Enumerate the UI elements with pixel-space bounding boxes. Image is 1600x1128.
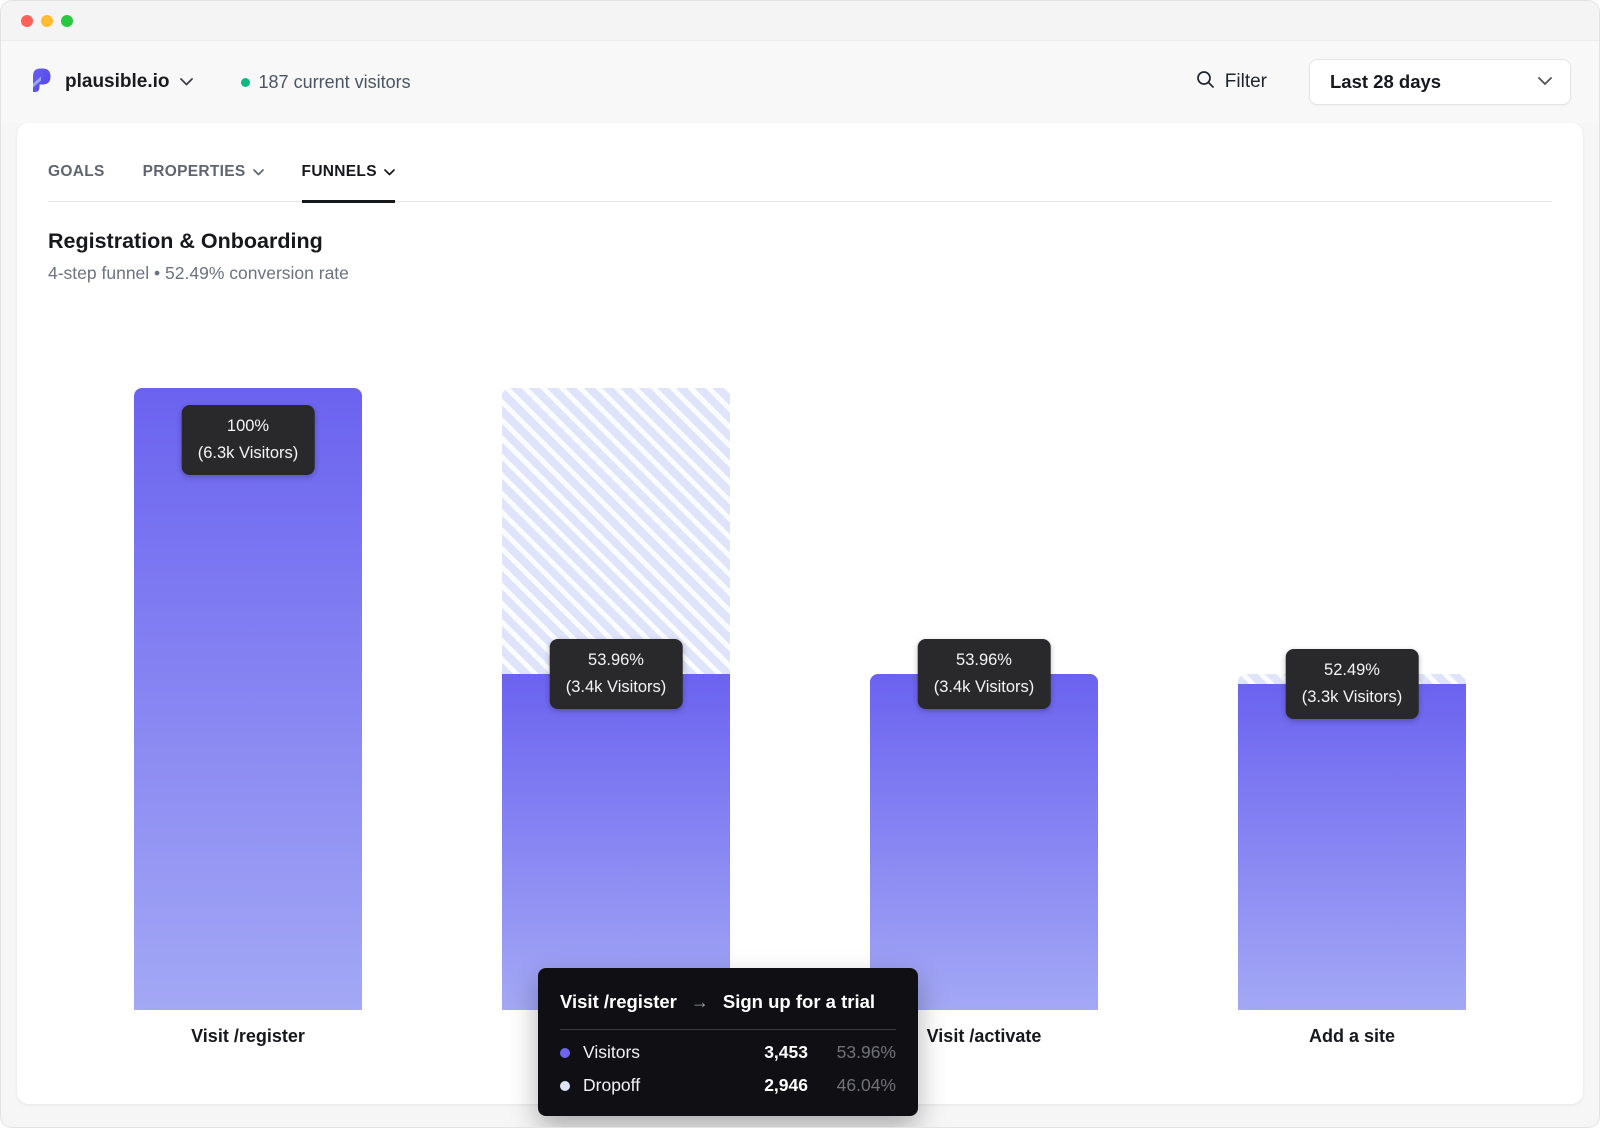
funnel-chart: 100%(6.3k Visitors)53.96%(3.4k Visitors)… (48, 388, 1552, 1047)
funnel-step-column[interactable]: 100%(6.3k Visitors) (134, 388, 362, 1010)
minimize-button[interactable] (41, 15, 53, 27)
tab-label: PROPERTIES (143, 163, 246, 181)
tab-label: GOALS (48, 163, 105, 181)
step-label: Add a site (1238, 1026, 1466, 1047)
date-range-select[interactable]: Last 28 days (1309, 59, 1571, 105)
tooltip-row-label: Visitors (583, 1042, 732, 1063)
tab-funnels[interactable]: FUNNELS (302, 163, 395, 201)
site-name: plausible.io (65, 71, 170, 93)
funnel-bar[interactable] (134, 388, 362, 1010)
bar-visitors: (3.4k Visitors) (934, 674, 1035, 701)
step-label: Visit /register (134, 1026, 362, 1047)
visitors-dot-icon (560, 1048, 570, 1058)
tooltip-row-value: 2,946 (732, 1075, 808, 1096)
bar-pct: 53.96% (566, 647, 667, 674)
chevron-down-icon (1538, 73, 1552, 91)
chevron-down-icon (253, 163, 264, 181)
funnel-step-column[interactable]: 52.49%(3.3k Visitors) (1238, 388, 1466, 1010)
funnel-tooltip: Visit /register → Sign up for a trial Vi… (538, 968, 918, 1116)
search-icon (1196, 70, 1215, 94)
filter-button[interactable]: Filter (1196, 70, 1267, 94)
current-visitors-label: 187 current visitors (259, 72, 411, 93)
bar-pct: 52.49% (1302, 657, 1403, 684)
funnel-subtitle: 4-step funnel • 52.49% conversion rate (48, 263, 1552, 284)
funnel-step-column[interactable]: 53.96%(3.4k Visitors) (502, 388, 730, 1010)
bar-pct: 53.96% (934, 647, 1035, 674)
app-window: plausible.io 187 current visitors Filter… (0, 0, 1600, 1128)
tooltip-divider (560, 1029, 896, 1030)
arrow-right-icon: → (691, 992, 709, 1013)
chevron-down-icon (180, 73, 193, 91)
funnel-bar-stack (134, 388, 362, 1010)
tooltip-from-step: Visit /register (560, 991, 677, 1013)
chevron-down-icon (384, 163, 395, 181)
bar-value-label: 52.49%(3.3k Visitors) (1286, 649, 1419, 719)
funnel-panel: GOALS PROPERTIES FUNNELS Registration & On… (17, 123, 1583, 1104)
bar-visitors: (3.4k Visitors) (566, 674, 667, 701)
tooltip-row-pct: 53.96% (808, 1042, 896, 1063)
zoom-button[interactable] (61, 15, 73, 27)
tooltip-row-label: Dropoff (583, 1075, 732, 1096)
date-range-value: Last 28 days (1330, 71, 1441, 93)
tooltip-row-value: 3,453 (732, 1042, 808, 1063)
bar-visitors: (3.3k Visitors) (1302, 684, 1403, 711)
bar-pct: 100% (198, 413, 299, 440)
bar-value-label: 53.96%(3.4k Visitors) (550, 639, 683, 709)
dropoff-hatch-segment (502, 388, 730, 674)
traffic-lights (21, 15, 73, 27)
tab-goals[interactable]: GOALS (48, 163, 105, 201)
funnel-bar[interactable] (870, 674, 1098, 1010)
tab-properties[interactable]: PROPERTIES (143, 163, 264, 201)
funnel-step-column[interactable]: 53.96%(3.4k Visitors) (870, 388, 1098, 1010)
funnel-bar-stack (870, 674, 1098, 1010)
funnel-bar[interactable] (502, 674, 730, 1010)
close-button[interactable] (21, 15, 33, 27)
filter-label: Filter (1225, 71, 1267, 93)
funnel-bar[interactable] (1238, 684, 1466, 1010)
tooltip-to-step: Sign up for a trial (723, 991, 875, 1013)
tooltip-row-pct: 46.04% (808, 1075, 896, 1096)
window-titlebar (1, 1, 1599, 41)
plausible-logo-icon (28, 66, 55, 98)
current-visitors[interactable]: 187 current visitors (241, 72, 411, 93)
tab-bar: GOALS PROPERTIES FUNNELS (48, 123, 1552, 202)
site-switcher[interactable]: plausible.io (28, 66, 193, 98)
live-dot-icon (241, 78, 250, 87)
funnel-bar-stack (1238, 674, 1466, 1010)
top-navbar: plausible.io 187 current visitors Filter… (1, 41, 1599, 123)
tab-label: FUNNELS (302, 163, 377, 181)
bar-value-label: 53.96%(3.4k Visitors) (918, 639, 1051, 709)
funnel-title: Registration & Onboarding (48, 229, 1552, 254)
bar-value-label: 100%(6.3k Visitors) (182, 405, 315, 475)
tooltip-visitors-row: Visitors 3,453 53.96% (560, 1042, 896, 1063)
tooltip-dropoff-row: Dropoff 2,946 46.04% (560, 1075, 896, 1096)
dropoff-dot-icon (560, 1081, 570, 1091)
bar-visitors: (6.3k Visitors) (198, 440, 299, 467)
